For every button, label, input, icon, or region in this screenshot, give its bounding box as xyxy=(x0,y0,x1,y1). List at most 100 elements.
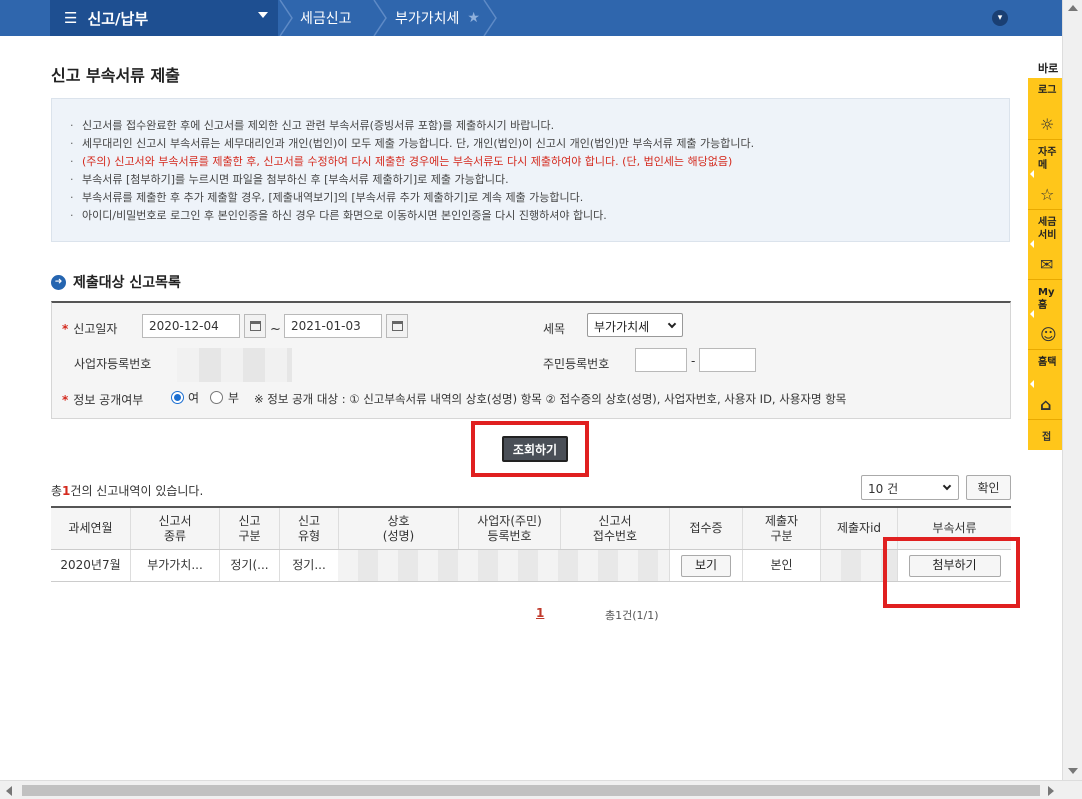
arrow-left-icon xyxy=(1030,380,1034,388)
calendar-icon[interactable] xyxy=(386,314,408,338)
breadcrumb-item-vat[interactable]: 부가가치세 ★ xyxy=(395,0,480,36)
receipt-cell: 보기 xyxy=(669,550,742,581)
breadcrumb-vat-label: 부가가치세 xyxy=(395,11,460,27)
column-header: 상호 (성명) xyxy=(338,508,458,549)
hamburger-icon: ☰ xyxy=(64,9,78,27)
report-date-label: * 신고일자 xyxy=(62,322,118,336)
pagination-info: 총1건(1/1) xyxy=(605,609,659,622)
quick-menu: 바로 로그 ☼ 자주 메 ☆ 세금 서비 ✉ My 홈 ☺ 홈택 ⌂ 접 xyxy=(1028,56,1062,466)
disclosure-yes-radio[interactable] xyxy=(171,391,184,404)
attach-button-highlight xyxy=(883,537,1020,608)
lightbulb-icon: ☼ xyxy=(1040,115,1055,134)
quick-menu-title: 바로 xyxy=(1028,56,1062,78)
notice-item: · 부속서류를 제출한 후 추가 제출할 경우, [제출내역보기]의 [부속서류 … xyxy=(70,191,584,204)
results-table: 과세연월 신고서 종류 신고 구분 신고 유형 상호 (성명) 사업자(주민) … xyxy=(51,506,1011,582)
view-receipt-button[interactable]: 보기 xyxy=(681,554,731,577)
resident-number-dash: - xyxy=(691,354,696,368)
column-header: 신고서 접수번호 xyxy=(560,508,669,549)
scroll-left-arrow-icon[interactable] xyxy=(6,786,12,796)
disclosure-yes-label: 여 xyxy=(188,391,200,405)
circle-arrow-icon: ➜ xyxy=(51,274,66,290)
disclosure-no-radio[interactable] xyxy=(210,391,223,404)
quick-menu-item-my[interactable]: My 홈 ☺ xyxy=(1028,280,1062,350)
house-icon: ⌂ xyxy=(1040,395,1052,414)
table-row: 2020년7월 부가가치... 정기(... 정기... 보기 본인 첨부하기 xyxy=(51,550,1011,582)
notice-item: · 아이디/비밀번호로 로그인 후 본인인증을 하신 경우 다른 화면으로 이동하… xyxy=(70,209,607,222)
report-kind-cell: 부가가치... xyxy=(130,550,219,581)
search-button[interactable]: 조회하기 xyxy=(502,436,568,462)
masked-cells xyxy=(338,550,669,581)
page: ☰ 신고/납부 세금신고 부가가치세 ★ ▾ 신고 부속서류 제출 · 신고서를 … xyxy=(0,0,1082,799)
section-title: ➜ 제출대상 신고목록 xyxy=(51,272,181,292)
main-menu-button[interactable]: ☰ 신고/납부 xyxy=(50,0,278,36)
quick-menu-item-tax-service[interactable]: 세금 서비 ✉ xyxy=(1028,210,1062,280)
breadcrumb-separator-icon xyxy=(373,0,387,36)
page-title: 신고 부속서류 제출 xyxy=(51,66,180,85)
mail-icon: ✉ xyxy=(1040,255,1054,274)
disclosure-note: ※ 정보 공개 대상 : ① 신고부속서류 내역의 상호(성명) 항목 ② 접수… xyxy=(254,392,847,406)
page-size-select[interactable]: 10 건 xyxy=(861,475,959,500)
scrollbar-thumb[interactable] xyxy=(22,785,1040,796)
column-header: 신고 유형 xyxy=(279,508,338,549)
table-header: 과세연월 신고서 종류 신고 구분 신고 유형 상호 (성명) 사업자(주민) … xyxy=(51,508,1011,550)
column-header: 신고서 종류 xyxy=(130,508,219,549)
chevron-down-icon xyxy=(667,319,677,329)
tax-item-label: 세목 xyxy=(543,322,566,336)
notice-item: · 세무대리인 신고시 부속서류는 세무대리인과 개인(법인)이 모두 제출 가능… xyxy=(70,137,755,150)
chevron-down-circle-icon[interactable]: ▾ xyxy=(992,10,1008,26)
search-form: * 신고일자 2020-12-04 ~ 2021-01-03 세목 부가가치세 사… xyxy=(51,301,1011,419)
chevron-down-icon xyxy=(942,481,952,491)
scroll-right-arrow-icon[interactable] xyxy=(1048,786,1054,796)
resident-number-back-input[interactable] xyxy=(699,348,756,372)
confirm-button[interactable]: 확인 xyxy=(966,475,1011,500)
biz-reg-number-label: 사업자등록번호 xyxy=(74,357,152,371)
search-button-highlight: 조회하기 xyxy=(471,421,589,477)
arrow-left-icon xyxy=(1030,240,1034,248)
notice-item-warning: · (주의) 신고서와 부속서류를 제출한 후, 신고서를 수정하여 다시 제출한… xyxy=(70,155,733,168)
disclosure-no-label: 부 xyxy=(228,391,240,405)
tax-item-select[interactable]: 부가가치세 xyxy=(587,313,683,337)
star-outline-icon: ☆ xyxy=(1040,185,1055,204)
breadcrumb-item-tax-report[interactable]: 세금신고 xyxy=(300,0,352,36)
scroll-up-arrow-icon[interactable] xyxy=(1068,5,1078,11)
column-header: 제출자 구분 xyxy=(742,508,820,549)
main-menu-label: 신고/납부 xyxy=(87,9,149,28)
horizontal-scrollbar[interactable] xyxy=(0,780,1082,799)
resident-number-front-input[interactable] xyxy=(635,348,687,372)
breadcrumb-separator-icon xyxy=(279,0,293,36)
report-division-cell: 정기(... xyxy=(219,550,279,581)
period-cell: 2020년7월 xyxy=(60,558,121,572)
date-from-input[interactable]: 2020-12-04 xyxy=(142,314,240,338)
vertical-scrollbar[interactable] xyxy=(1062,0,1082,780)
column-header: 사업자(주민) 등록번호 xyxy=(458,508,560,549)
person-icon: ☺ xyxy=(1040,325,1057,344)
notice-item: · 부속서류 [첨부하기]를 누르시면 파일을 첨부하신 후 [부속서류 제출하기… xyxy=(70,173,509,186)
report-type-cell: 정기... xyxy=(279,550,338,581)
arrow-left-icon xyxy=(1030,310,1034,318)
pagination-current-page[interactable]: 1 xyxy=(536,606,544,620)
quick-menu-item-hometax[interactable]: 홈택 ⌂ xyxy=(1028,350,1062,420)
column-header: 신고 구분 xyxy=(219,508,279,549)
scroll-down-arrow-icon[interactable] xyxy=(1068,768,1078,774)
date-to-input[interactable]: 2021-01-03 xyxy=(284,314,382,338)
result-count: 총1건의 신고내역이 있습니다. xyxy=(51,484,204,498)
column-header: 접수증 xyxy=(669,508,742,549)
top-nav-bar: ☰ 신고/납부 세금신고 부가가치세 ★ ▾ xyxy=(0,0,1062,36)
quick-menu-item-faq[interactable]: 자주 메 ☆ xyxy=(1028,140,1062,210)
notice-box: · 신고서를 접수완료한 후에 신고서를 제외한 신고 관련 부속서류(증빙서류 … xyxy=(51,98,1010,242)
quick-menu-item-login[interactable]: 로그 ☼ xyxy=(1028,78,1062,140)
date-range-tilde: ~ xyxy=(270,322,281,337)
quick-menu-item-last[interactable]: 접 xyxy=(1028,420,1062,450)
arrow-left-icon xyxy=(1030,170,1034,178)
resident-number-label: 주민등록번호 xyxy=(543,357,610,371)
submitter-type-cell: 본인 xyxy=(742,550,820,581)
column-header: 과세연월 xyxy=(68,521,113,535)
calendar-icon[interactable] xyxy=(244,314,266,338)
star-icon[interactable]: ★ xyxy=(467,10,480,26)
biz-reg-number-masked xyxy=(177,348,292,382)
breadcrumb-separator-icon xyxy=(483,0,497,36)
caret-down-icon xyxy=(258,12,268,18)
disclosure-label: * 정보 공개여부 xyxy=(62,393,144,407)
notice-item: · 신고서를 접수완료한 후에 신고서를 제외한 신고 관련 부속서류(증빙서류 … xyxy=(70,119,555,132)
section-title-label: 제출대상 신고목록 xyxy=(73,275,181,291)
